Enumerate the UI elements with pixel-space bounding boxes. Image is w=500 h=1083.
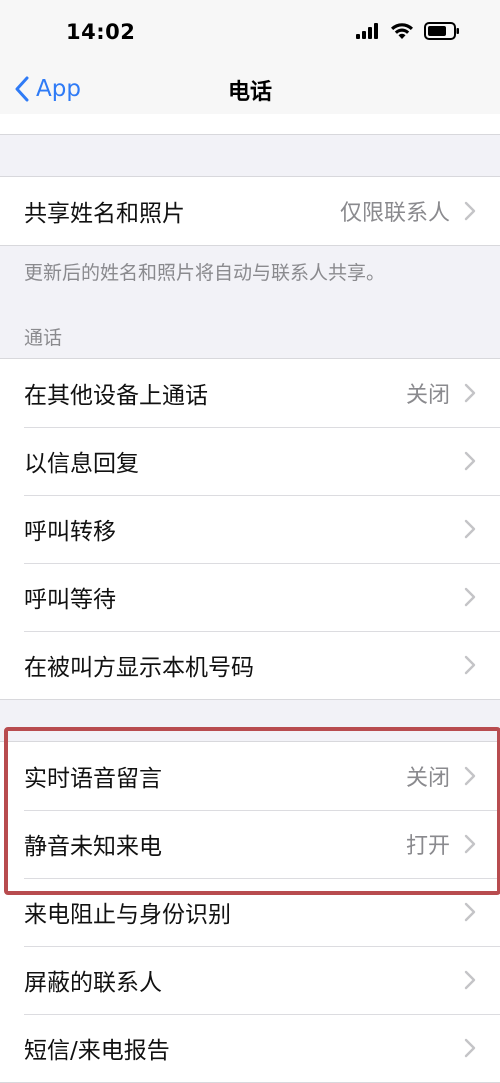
- settings-row-label: 短信/来电报告: [24, 1038, 170, 1064]
- settings-row-share-name-photo[interactable]: 共享姓名和照片 仅限联系人: [0, 177, 500, 245]
- settings-row-respond-with-text[interactable]: 以信息回复: [0, 427, 500, 495]
- settings-row-value: 关闭: [405, 766, 450, 791]
- settings-row-show-caller-id[interactable]: 在被叫方显示本机号码: [0, 631, 500, 699]
- share-footnote: 更新后的姓名和照片将自动与联系人共享。: [24, 262, 386, 284]
- chevron-right-icon: [464, 766, 476, 786]
- settings-group-share: 共享姓名和照片 仅限联系人: [0, 176, 500, 246]
- settings-row-label: 呼叫转移: [24, 519, 116, 545]
- wifi-icon: [391, 23, 413, 39]
- battery-icon: [424, 22, 459, 40]
- settings-row-label: 共享姓名和照片: [24, 201, 185, 227]
- section-header-calls: 通话: [24, 327, 63, 349]
- settings-row-sms-call-reporting[interactable]: 短信/来电报告: [0, 1014, 500, 1082]
- settings-group-calls: 在其他设备上通话 关闭 以信息回复 呼叫转移 呼叫等待 在被叫方显示本机号码: [0, 358, 500, 700]
- settings-row-value: 打开: [405, 834, 450, 859]
- settings-row-live-voicemail[interactable]: 实时语音留言 关闭: [0, 742, 500, 810]
- chevron-right-icon: [464, 655, 476, 675]
- settings-row-call-waiting[interactable]: 呼叫等待: [0, 563, 500, 631]
- chevron-right-icon: [464, 1038, 476, 1058]
- chevron-right-icon: [464, 834, 476, 854]
- settings-group-voicemail-blocking: 实时语音留言 关闭 静音未知来电 打开 来电阻止与身份识别 屏蔽的联系人 短信/…: [0, 741, 500, 1083]
- chevron-right-icon: [464, 970, 476, 990]
- status-icons: [356, 22, 460, 40]
- settings-row-calls-on-other-devices[interactable]: 在其他设备上通话 关闭: [0, 359, 500, 427]
- settings-group-top-edge: [0, 114, 500, 135]
- chevron-right-icon: [464, 201, 476, 221]
- settings-row-label: 在其他设备上通话: [24, 383, 208, 409]
- chevron-right-icon: [464, 519, 476, 539]
- signal-icon: [356, 23, 378, 39]
- settings-row-label: 实时语音留言: [24, 766, 162, 792]
- chevron-right-icon: [464, 902, 476, 922]
- settings-row-call-blocking-identification[interactable]: 来电阻止与身份识别: [0, 878, 500, 946]
- navigation-bar: App 电话: [0, 64, 500, 115]
- settings-row-value: 关闭: [405, 383, 450, 408]
- settings-row-label: 呼叫等待: [24, 587, 116, 613]
- settings-row-label: 以信息回复: [24, 451, 139, 477]
- status-bar: 14:02: [0, 0, 500, 64]
- page-title: 电话: [227, 80, 272, 105]
- status-time: 14:02: [66, 20, 136, 44]
- settings-row-label: 静音未知来电: [24, 834, 162, 860]
- settings-row-blocked-contacts[interactable]: 屏蔽的联系人: [0, 946, 500, 1014]
- settings-row-label: 在被叫方显示本机号码: [24, 655, 254, 681]
- settings-row-value: 仅限联系人: [339, 201, 450, 226]
- settings-row-label: 屏蔽的联系人: [24, 970, 162, 996]
- settings-row-silence-unknown-callers[interactable]: 静音未知来电 打开: [0, 810, 500, 878]
- chevron-right-icon: [464, 587, 476, 607]
- settings-row-call-forwarding[interactable]: 呼叫转移: [0, 495, 500, 563]
- chevron-right-icon: [464, 451, 476, 471]
- chevron-right-icon: [464, 383, 476, 403]
- settings-row-label: 来电阻止与身份识别: [24, 902, 231, 928]
